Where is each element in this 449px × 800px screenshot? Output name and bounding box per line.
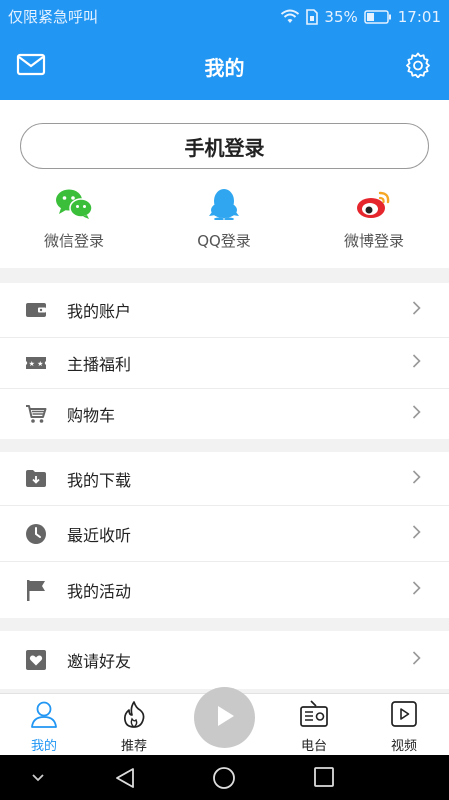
system-nav-bar — [0, 755, 449, 800]
back-icon[interactable] — [113, 766, 137, 794]
tab-label: 推荐 — [120, 739, 147, 754]
menu-item-my-account[interactable]: 我的账户 — [0, 283, 449, 338]
page-title: 我的 — [204, 56, 245, 80]
chevron-right-icon — [412, 301, 421, 320]
menu-item-label: 我的账户 — [67, 302, 132, 321]
menu-group-social: 邀请好友 — [0, 631, 449, 689]
svg-text:★ ★: ★ ★ — [29, 360, 44, 368]
invite-icon — [25, 649, 47, 671]
gear-icon[interactable] — [405, 52, 431, 82]
clock-icon — [25, 523, 47, 545]
ticket-icon: ★ ★ — [25, 352, 47, 374]
recents-icon[interactable] — [313, 766, 335, 792]
menu-group-listening: 我的下载 最近收听 我的活动 — [0, 452, 449, 618]
flag-icon — [25, 579, 47, 601]
battery-percent: 35% — [324, 7, 358, 26]
tab-label: 电台 — [300, 739, 327, 754]
weibo-login-label: 微博登录 — [343, 232, 404, 250]
home-icon[interactable] — [212, 766, 236, 794]
tab-label: 我的 — [30, 739, 57, 754]
chevron-right-icon — [412, 524, 421, 543]
menu-item-my-activities[interactable]: 我的活动 — [0, 562, 449, 618]
chevron-right-icon — [412, 651, 421, 670]
wechat-login-label: 微信登录 — [43, 232, 104, 250]
play-button[interactable] — [194, 687, 255, 748]
qq-login-label: QQ登录 — [197, 232, 251, 250]
chevron-right-icon — [412, 469, 421, 488]
tab-mine[interactable]: 我的 — [9, 700, 79, 754]
wechat-login-button[interactable]: 微信登录 — [19, 188, 129, 251]
tab-label: 视频 — [390, 739, 417, 754]
app-header: 我的 — [0, 33, 449, 100]
flame-icon — [120, 700, 148, 732]
status-bar: 仅限紧急呼叫 35% 17:01 — [0, 0, 449, 33]
chevron-down-icon[interactable] — [30, 770, 46, 789]
menu-item-recently-played[interactable]: 最近收听 — [0, 506, 449, 562]
qq-login-button[interactable]: QQ登录 — [169, 188, 279, 251]
video-icon — [389, 700, 419, 732]
tab-video[interactable]: 视频 — [369, 700, 439, 754]
download-folder-icon — [25, 468, 47, 490]
mail-icon[interactable] — [16, 53, 46, 81]
menu-item-label: 最近收听 — [67, 525, 132, 545]
menu-item-label: 邀请好友 — [67, 652, 132, 671]
chevron-right-icon — [412, 581, 421, 600]
menu-item-my-downloads[interactable]: 我的下载 — [0, 452, 449, 506]
tab-radio[interactable]: 电台 — [279, 700, 349, 754]
cart-icon — [25, 403, 47, 425]
menu-item-label: 主播福利 — [67, 355, 132, 374]
wifi-icon — [280, 9, 300, 25]
sim-icon — [306, 8, 319, 25]
bottom-tab-bar: 我的 推荐 电台 视频 — [0, 687, 449, 755]
battery-icon — [364, 9, 392, 24]
menu-item-shopping-cart[interactable]: 购物车 — [0, 389, 449, 439]
chevron-right-icon — [412, 405, 421, 424]
person-icon — [29, 700, 59, 732]
wechat-icon — [55, 188, 93, 224]
menu-group-account: 我的账户 ★ ★ 主播福利 购物车 — [0, 283, 449, 439]
phone-login-button[interactable]: 手机登录 — [20, 123, 429, 169]
login-card: 手机登录 微信登录 QQ登录 微博登录 — [0, 100, 449, 268]
tab-recommend[interactable]: 推荐 — [99, 700, 169, 754]
radio-icon — [299, 700, 329, 732]
play-icon — [214, 704, 236, 732]
qq-icon — [207, 188, 241, 224]
menu-item-invite-friends[interactable]: 邀请好友 — [0, 631, 449, 689]
weibo-login-button[interactable]: 微博登录 — [319, 188, 429, 251]
menu-item-anchor-benefits[interactable]: ★ ★ 主播福利 — [0, 338, 449, 389]
menu-item-label: 购物车 — [67, 406, 116, 425]
chevron-right-icon — [412, 354, 421, 373]
menu-item-label: 我的活动 — [67, 582, 132, 601]
carrier-text: 仅限紧急呼叫 — [8, 8, 99, 26]
clock-time: 17:01 — [397, 7, 441, 26]
weibo-icon — [356, 188, 392, 224]
menu-item-label: 我的下载 — [67, 470, 132, 490]
wallet-icon — [25, 299, 47, 321]
